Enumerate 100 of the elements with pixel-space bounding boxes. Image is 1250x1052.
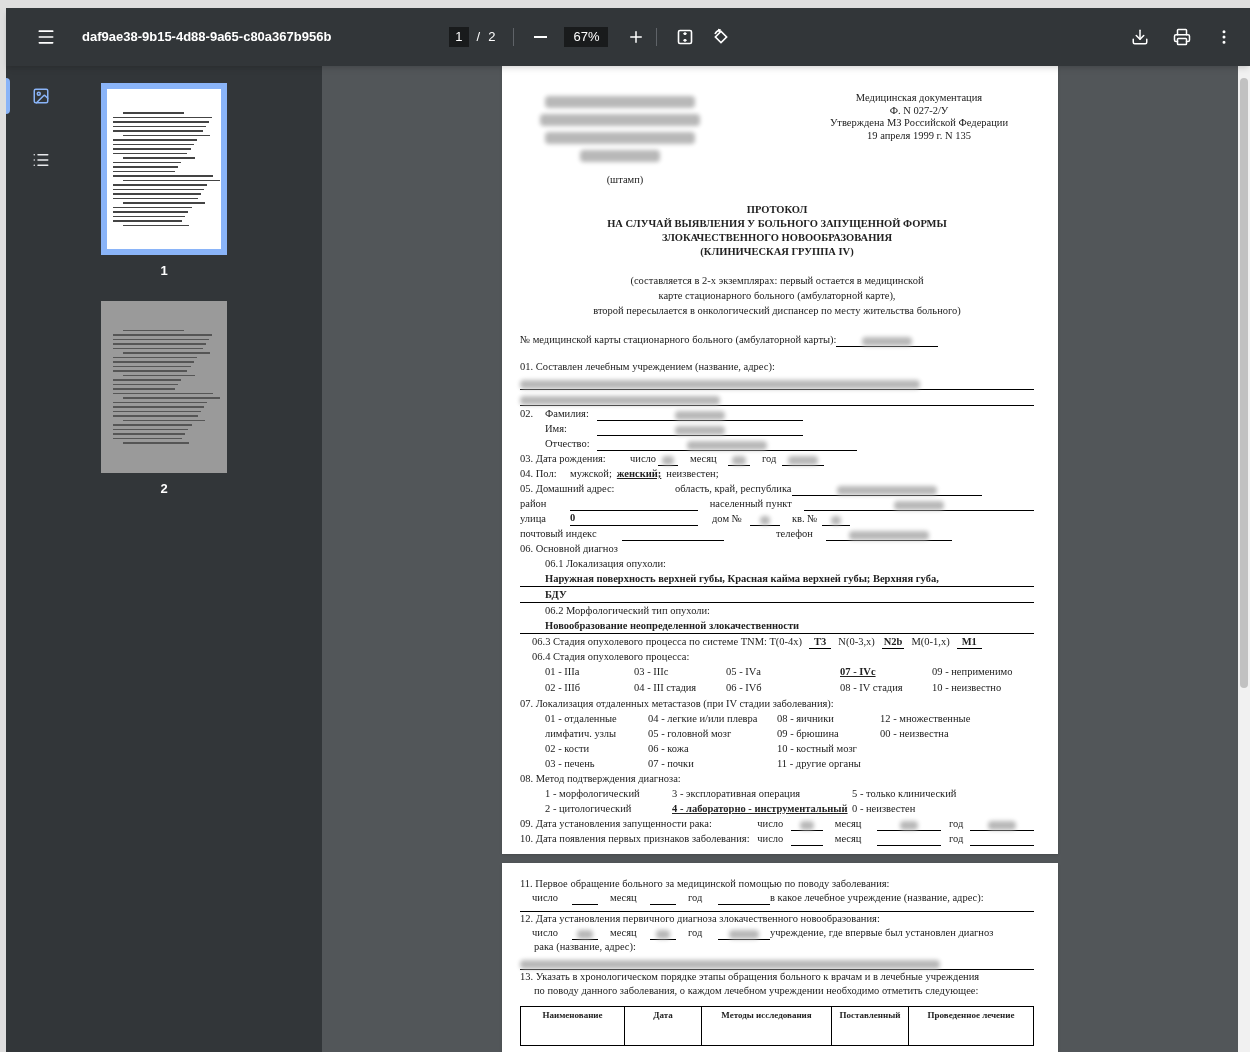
form-label: 01. Составлен лечебным учреждением (название, адрес): bbox=[520, 361, 775, 372]
method-option: 1 - морфологический bbox=[545, 786, 640, 801]
form-label: 07. Локализация отдаленных метастазов (при IV стадии заболевания): bbox=[520, 698, 834, 709]
form-label: год bbox=[688, 891, 704, 905]
stage-option: 01 - IIIа bbox=[545, 664, 580, 680]
stage-option: 09 - неприменимо bbox=[932, 664, 1013, 680]
blurred-text bbox=[675, 426, 725, 435]
table-header-cell-text: Проведенное лечение bbox=[926, 1009, 1016, 1022]
stage-option: 03 - IIIс bbox=[634, 664, 669, 680]
form-label: Медицинская документация bbox=[855, 92, 983, 105]
form-label: 08. Метод подтверждения диагноза: bbox=[520, 773, 681, 784]
metastasis-option: 09 - брюшина bbox=[777, 726, 839, 741]
blurred-text bbox=[675, 411, 725, 420]
method-option: 4 - лабораторно - инструментальный bbox=[672, 801, 848, 816]
blurred-text bbox=[799, 821, 814, 830]
form-label: 09. Дата установления запущенности рака: bbox=[520, 817, 713, 831]
form-value: Наружная поверхность верхней губы, Красная кайма верхней губы; Верхняя губа, bbox=[545, 573, 939, 584]
stage-option: 04 - III стадия bbox=[634, 680, 697, 696]
zoom-field[interactable]: 67% bbox=[564, 27, 609, 47]
form-label: 19 апреля 1999 г. N 135 bbox=[867, 129, 971, 142]
form-label: число bbox=[757, 832, 785, 846]
form-label: по поводу данного заболевания, о каждом лечебном учреждении необходимо отметить следующее: bbox=[534, 985, 979, 996]
metastasis-option: 12 - множественные bbox=[880, 711, 971, 726]
gender-option: женский; bbox=[616, 466, 662, 481]
page-number-field[interactable]: 1 bbox=[449, 27, 469, 47]
table-header-cell: Дата bbox=[625, 1007, 702, 1045]
form-label: кв. № bbox=[792, 512, 819, 526]
form-value: M1 bbox=[956, 635, 982, 649]
form-label: № медицинской карты стационарного больного (амбулаторной карты): bbox=[520, 333, 837, 347]
blurred-text bbox=[788, 456, 818, 465]
form-label: месяц bbox=[610, 891, 638, 905]
metastasis-option: 11 - другие органы bbox=[777, 756, 861, 771]
metastasis-option: 03 - печень bbox=[545, 756, 595, 771]
document-title: ПРОТОКОЛ bbox=[746, 203, 808, 217]
form-label: почтовый индекс bbox=[520, 527, 598, 541]
metastasis-option: лимфатич. узлы bbox=[545, 726, 617, 741]
form-value: N2b bbox=[881, 635, 905, 649]
page-separator: / bbox=[476, 28, 481, 47]
scrollbar[interactable] bbox=[1238, 66, 1250, 1052]
form-label: район bbox=[520, 497, 548, 511]
form-label: число bbox=[532, 926, 560, 940]
table-header-cell: Поставленный bbox=[832, 1007, 909, 1045]
form-value: 0 bbox=[570, 511, 576, 525]
table-header-cell: Наименование bbox=[521, 1007, 625, 1045]
form-label: (составляется в 2-х экземплярах: первый остается в медицинской bbox=[630, 274, 924, 288]
stage-option: 07 - IVс bbox=[840, 664, 876, 680]
minus-icon bbox=[533, 36, 547, 38]
form-label: область, край, республика bbox=[675, 482, 792, 496]
form-label: улица bbox=[520, 512, 547, 526]
form-label: число bbox=[630, 452, 658, 466]
form-label: год bbox=[949, 817, 965, 831]
form-label: Фамилия: bbox=[545, 407, 590, 421]
blurred-text bbox=[900, 821, 919, 830]
form-label: 06.4 Стадия опухолевого процесса: bbox=[532, 651, 690, 662]
form-label: 11. Первое обращение больного за медицинской помощью по поводу заболевания: bbox=[520, 878, 890, 889]
form-label: 02. bbox=[520, 407, 535, 421]
form-label: месяц bbox=[834, 817, 863, 831]
form-label: второй пересылается в онкологический диспансер по месту жительства больного) bbox=[593, 304, 961, 318]
stage-option: 08 - IV стадия bbox=[840, 680, 903, 696]
form-label: год bbox=[949, 832, 965, 846]
form-label: 03. Дата рождения: bbox=[520, 452, 607, 466]
stage-option: 06 - IVб bbox=[726, 680, 762, 696]
table-header-cell: Методы исследования bbox=[702, 1007, 832, 1045]
method-option: 2 - цитологический bbox=[545, 801, 632, 816]
metastasis-option: 00 - неизвестна bbox=[880, 726, 949, 741]
form-label: (штамп) bbox=[606, 173, 644, 187]
document-title: ЗЛОКАЧЕСТВЕННОГО НОВООБРАЗОВАНИЯ bbox=[661, 231, 893, 245]
page-thumbnail[interactable] bbox=[101, 300, 227, 473]
blurred-text bbox=[729, 930, 759, 939]
page-number: 1 bbox=[160, 262, 168, 280]
form-label: год bbox=[762, 452, 778, 466]
metastasis-option: 04 - легкие и/или плевра bbox=[648, 711, 758, 726]
form-label: число bbox=[532, 891, 560, 905]
form-label: карте стационарного больного (амбулаторной карте), bbox=[658, 289, 896, 303]
form-label: Отчество: bbox=[545, 437, 591, 451]
form-label: в какое лечебное учреждение (название, адрес): bbox=[770, 891, 984, 905]
blurred-text bbox=[577, 930, 593, 939]
form-label: Имя: bbox=[545, 422, 568, 436]
form-label: 06.1 Локализация опухоли: bbox=[545, 558, 667, 569]
form-label: Ф. N 027-2/У bbox=[889, 104, 949, 117]
form-label: год bbox=[688, 926, 704, 940]
metastasis-option: 06 - кожа bbox=[648, 741, 689, 756]
form-value: Новообразование неопределенной злокачественности bbox=[545, 620, 800, 631]
form-label: M(0-1,x) bbox=[911, 635, 950, 649]
form-label: учреждение, где впервые был установлен диагноз bbox=[770, 926, 994, 940]
blurred-text bbox=[862, 337, 913, 346]
metastasis-option: 02 - кости bbox=[545, 741, 590, 756]
page-thumbnail[interactable] bbox=[101, 83, 227, 255]
blurred-text bbox=[732, 456, 746, 465]
stage-option: 10 - неизвестно bbox=[932, 680, 1002, 696]
form-label: месяц bbox=[610, 926, 638, 940]
form-value: БДУ bbox=[545, 589, 567, 600]
form-label: 06.3 Стадия опухолевого процесса по системе TNM: T(0-4x) bbox=[532, 635, 803, 649]
form-label: населенный пункт bbox=[709, 497, 793, 511]
blurred-text bbox=[894, 501, 945, 510]
form-label: 06.2 Морфологический тип опухоли: bbox=[545, 605, 711, 616]
method-option: 0 - неизвестен bbox=[852, 801, 916, 816]
document-title: НА СЛУЧАЙ ВЫЯВЛЕНИЯ У БОЛЬНОГО ЗАПУЩЕННОЙ ФОРМЫ bbox=[607, 217, 947, 231]
form-label: N(0-3,x) bbox=[838, 635, 875, 649]
form-label: Утверждена МЗ Российской Федерации bbox=[829, 117, 1009, 130]
